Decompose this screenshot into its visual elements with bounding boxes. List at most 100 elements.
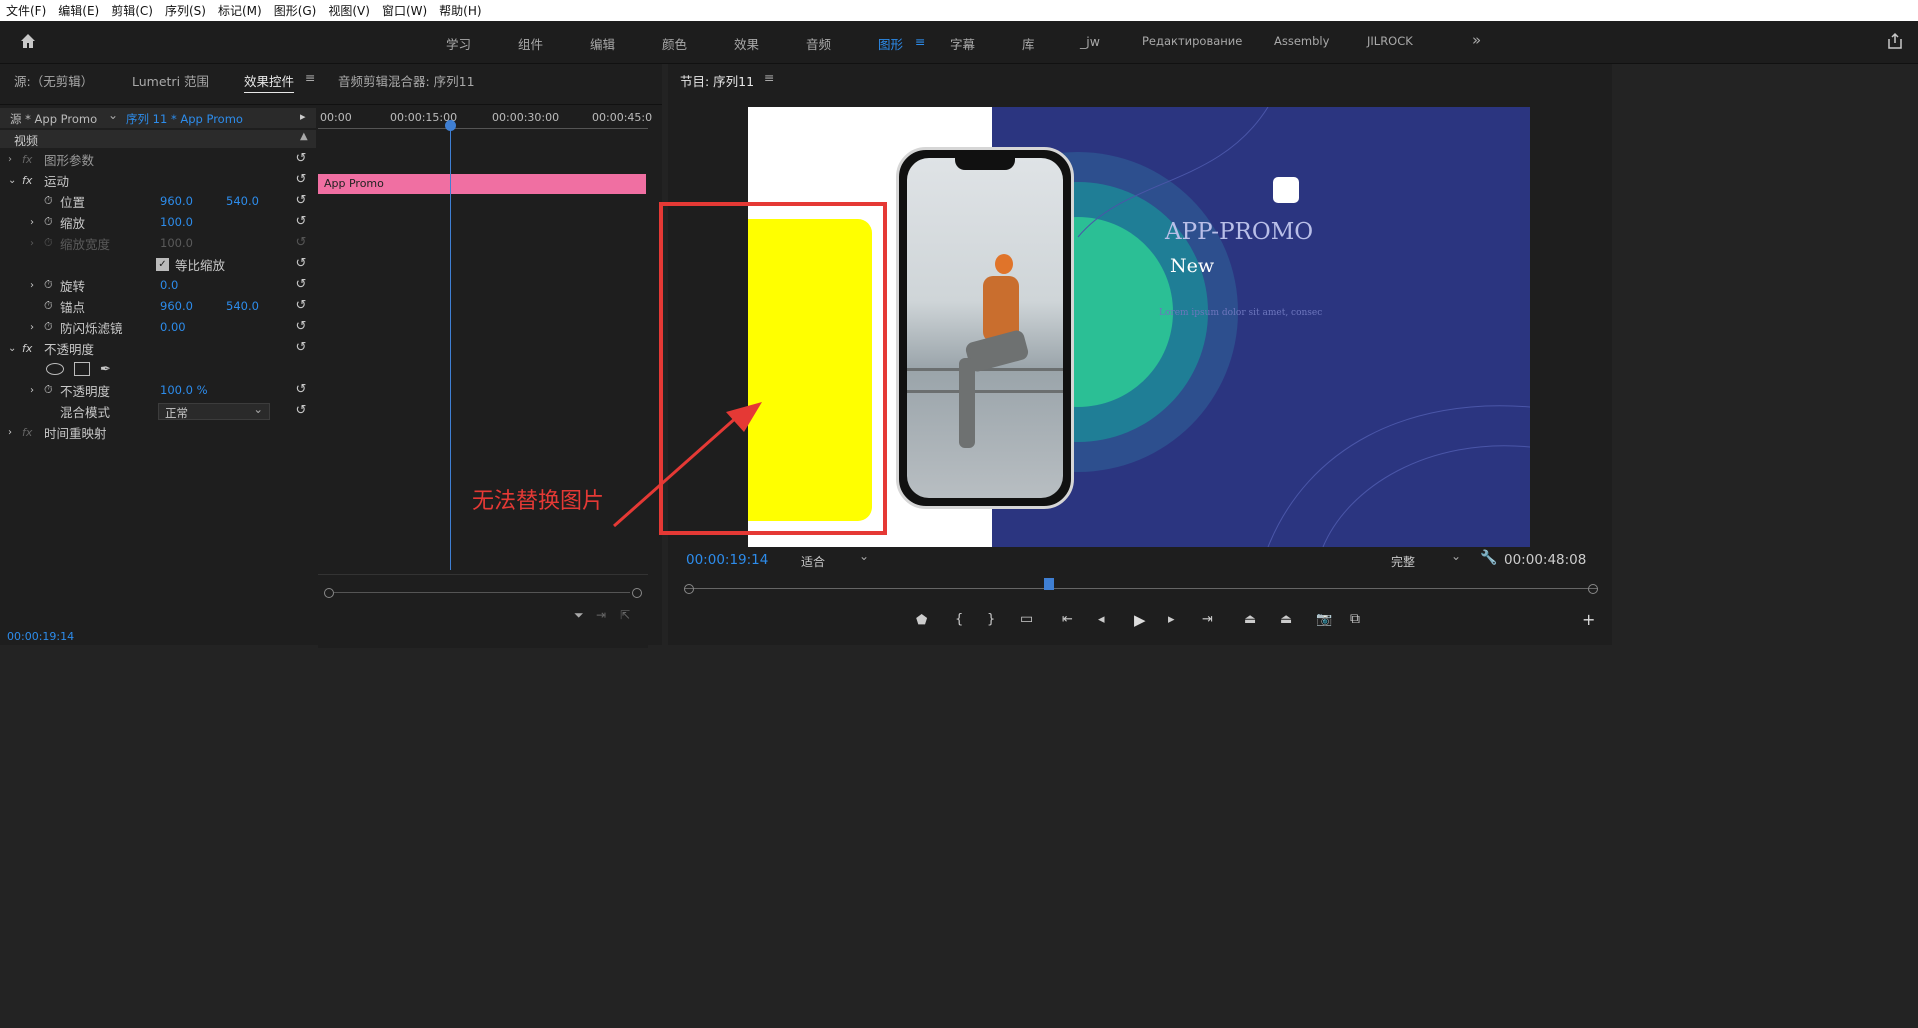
workspace-editing-ru[interactable]: Редактирование — [1142, 34, 1242, 48]
effect-row-scale[interactable]: › ⏱ 缩放 100.0 — [8, 212, 193, 232]
menu-view[interactable]: 视图(V) — [322, 2, 376, 19]
program-monitor-title[interactable]: 节目: 序列11 — [680, 71, 754, 90]
effect-row-uniform-scale[interactable]: ✓ 等比缩放 — [8, 254, 225, 274]
comparison-view-icon[interactable]: ⧉ — [1350, 611, 1360, 627]
step-forward-icon[interactable]: ▸ — [1168, 612, 1175, 627]
workspace-effects[interactable]: 效果 — [734, 34, 759, 53]
stopwatch-icon[interactable]: ⏱ — [44, 194, 60, 208]
workspace-jw[interactable]: _jw — [1080, 34, 1100, 49]
play-only-clip-icon[interactable]: ▸ — [300, 110, 306, 123]
effect-row-anti-flicker[interactable]: › ⏱ 防闪烁滤镜 0.00 — [8, 317, 186, 337]
play-audio-icon[interactable]: ⇥ — [596, 608, 606, 622]
stopwatch-icon[interactable]: ⏱ — [44, 299, 60, 313]
go-to-in-icon[interactable]: ⇤ — [1062, 612, 1073, 627]
rotation-value[interactable]: 0.0 — [160, 278, 178, 292]
stopwatch-icon[interactable]: ⏱ — [44, 215, 60, 229]
stopwatch-icon[interactable]: ⏱ — [44, 383, 60, 397]
reset-icon[interactable]: ↺ — [294, 215, 308, 229]
workspace-assembly[interactable]: Assembly — [1274, 34, 1329, 48]
workspace-assembly-cn[interactable]: 组件 — [518, 34, 543, 53]
step-back-icon[interactable]: ◂ — [1098, 612, 1105, 627]
filter-icon[interactable]: ⏷ — [574, 608, 584, 623]
tab-source[interactable]: 源:（无剪辑） — [14, 71, 93, 90]
menu-edit[interactable]: 编辑(E) — [52, 2, 105, 19]
reset-icon[interactable]: ↺ — [294, 257, 308, 271]
collapse-up-icon[interactable]: ▲ — [300, 131, 308, 142]
effect-row-motion[interactable]: ⌄ fx 运动 — [8, 170, 69, 190]
menu-sequence[interactable]: 序列(S) — [159, 2, 212, 19]
ec-timecode[interactable]: 00:00:19:14 — [7, 630, 74, 643]
reset-icon[interactable]: ↺ — [294, 299, 308, 313]
tab-audio-clip-mixer[interactable]: 音频剪辑混合器: 序列11 — [338, 71, 475, 90]
chevron-down-icon[interactable]: ⌄ — [108, 108, 118, 122]
menu-clip[interactable]: 剪辑(C) — [105, 2, 159, 19]
workspace-libraries[interactable]: 库 — [1022, 34, 1035, 53]
stopwatch-icon[interactable]: ⏱ — [44, 320, 60, 334]
sequence-clip-label[interactable]: 序列 11 * App Promo — [126, 111, 243, 127]
effect-row-anchor-point[interactable]: ⏱ 锚点 960.0 540.0 — [8, 296, 259, 316]
reset-icon[interactable]: ↺ — [294, 152, 308, 166]
ec-playhead[interactable] — [445, 120, 456, 131]
effect-row-opacity-value[interactable]: › ⏱ 不透明度 100.0 % — [8, 380, 208, 400]
workspace-graphics[interactable]: 图形 — [878, 34, 903, 53]
anchor-y-value[interactable]: 540.0 — [226, 299, 259, 313]
anti-flicker-value[interactable]: 0.00 — [160, 320, 186, 334]
quality-select[interactable]: 完整 — [1384, 549, 1468, 570]
camera-icon[interactable]: 📷 — [1316, 612, 1332, 627]
reset-icon[interactable]: ↺ — [294, 404, 308, 418]
program-timecode[interactable]: 00:00:19:14 — [686, 552, 768, 568]
safe-margins-icon[interactable]: ▭ — [1020, 611, 1033, 627]
ec-scroll-start[interactable] — [324, 588, 334, 598]
menu-graphics[interactable]: 图形(G) — [268, 2, 323, 19]
add-button-icon[interactable]: + — [1582, 610, 1595, 629]
effect-row-blend-mode[interactable]: 混合模式 — [8, 401, 160, 421]
uniform-scale-checkbox[interactable]: ✓ — [156, 257, 169, 271]
program-scrub-bar[interactable] — [684, 576, 1598, 598]
menu-window[interactable]: 窗口(W) — [376, 2, 433, 19]
panel-menu-icon[interactable]: ≡ — [764, 70, 774, 85]
reset-icon[interactable]: ↺ — [294, 173, 308, 187]
workspace-captions[interactable]: 字幕 — [950, 34, 975, 53]
add-marker-icon[interactable]: ⬟ — [916, 613, 927, 628]
tab-lumetri-scopes[interactable]: Lumetri 范围 — [132, 71, 209, 90]
home-icon[interactable] — [18, 31, 38, 51]
position-x-value[interactable]: 960.0 — [160, 194, 226, 208]
menu-help[interactable]: 帮助(H) — [433, 2, 487, 19]
reset-icon[interactable]: ↺ — [294, 383, 308, 397]
source-clip-label[interactable]: 源 * App Promo — [10, 111, 97, 127]
position-y-value[interactable]: 540.0 — [226, 194, 259, 208]
workspace-editing[interactable]: 编辑 — [590, 34, 615, 53]
reset-icon[interactable]: ↺ — [294, 194, 308, 208]
stopwatch-icon[interactable]: ⏱ — [44, 278, 60, 292]
effect-row-time-remapping[interactable]: › fx 时间重映射 — [8, 422, 107, 442]
mark-out-icon[interactable]: } — [987, 612, 995, 627]
effect-row-rotation[interactable]: › ⏱ 旋转 0.0 — [8, 275, 178, 295]
rectangle-mask-icon[interactable] — [74, 362, 90, 376]
effect-row-scale-width[interactable]: › ⏱ 缩放宽度 100.0 — [8, 233, 193, 253]
extract-icon[interactable]: ⏏ — [1280, 612, 1292, 627]
effect-row-graphic-params[interactable]: › fx 图形参数 — [8, 149, 94, 169]
workspace-learn[interactable]: 学习 — [446, 34, 471, 53]
effect-row-opacity[interactable]: ⌄ fx 不透明度 — [8, 338, 94, 358]
export-icon[interactable]: ⇱ — [620, 608, 630, 622]
blend-mode-select[interactable]: 正常 — [158, 402, 270, 420]
pen-mask-icon[interactable]: ✒ — [100, 362, 111, 377]
panel-menu-icon[interactable]: ≡ — [305, 70, 315, 85]
ec-scroll-end[interactable] — [632, 588, 642, 598]
program-playhead[interactable] — [1044, 578, 1054, 590]
ec-clip-bar[interactable]: App Promo — [318, 174, 646, 194]
workspace-color[interactable]: 颜色 — [662, 34, 687, 53]
ellipse-mask-icon[interactable] — [46, 363, 64, 375]
workspace-audio[interactable]: 音频 — [806, 34, 831, 53]
menu-markers[interactable]: 标记(M) — [212, 2, 268, 19]
opacity-value[interactable]: 100.0 % — [160, 383, 208, 397]
menu-file[interactable]: 文件(F) — [0, 2, 52, 19]
reset-icon[interactable]: ↺ — [294, 320, 308, 334]
reset-icon[interactable]: ↺ — [294, 278, 308, 292]
go-to-out-icon[interactable]: ⇥ — [1202, 612, 1213, 627]
effect-row-position[interactable]: ⏱ 位置 960.0 540.0 — [8, 191, 259, 211]
lift-icon[interactable]: ⏏ — [1244, 612, 1256, 627]
reset-icon[interactable]: ↺ — [294, 341, 308, 355]
workspace-jilrock[interactable]: JILROCK — [1367, 34, 1413, 48]
share-icon[interactable] — [1886, 32, 1904, 50]
